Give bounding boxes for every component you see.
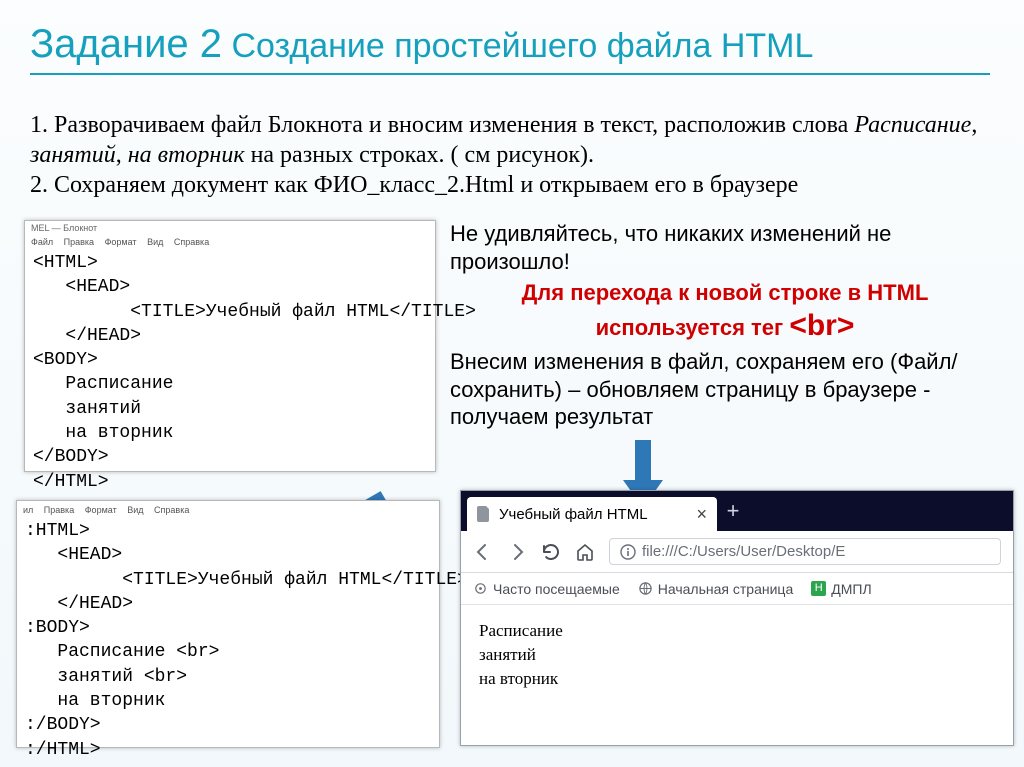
bm2-label: Начальная страница	[658, 581, 793, 597]
instr-c2: ,	[116, 142, 128, 168]
notepad-window-1: MEL — Блокнот Файл Правка Формат Вид Спр…	[24, 220, 436, 472]
red-br: <br>	[789, 309, 854, 342]
red-a: Для перехода к новой строке в HTML испол…	[522, 280, 929, 340]
title-big: Задание 2	[30, 22, 222, 66]
bookmark-most-visited[interactable]: Часто посещаемые	[473, 581, 620, 597]
notepad2-menu: ил Правка Формат Вид Справка	[17, 501, 439, 517]
menu-edit[interactable]: Правка	[64, 237, 94, 247]
gear-icon	[473, 581, 488, 596]
forward-icon[interactable]	[507, 542, 527, 562]
new-tab-button[interactable]: +	[717, 491, 749, 531]
home-icon[interactable]	[575, 542, 595, 562]
page-line-1: Расписание	[479, 619, 995, 643]
menu2-file[interactable]: ил	[23, 505, 33, 515]
browser-toolbar: file:///C:/Users/User/Desktop/E	[461, 531, 1013, 573]
side-text: Не удивляйтесь, что никаких изменений не…	[450, 220, 1000, 431]
info-icon	[620, 544, 636, 560]
notepad-window-2: ил Правка Формат Вид Справка :HTML> <HEA…	[16, 500, 440, 748]
instr-1b: на разных строках. ( см рисунок).	[245, 142, 595, 168]
menu-format[interactable]: Формат	[105, 237, 137, 247]
menu2-view[interactable]: Вид	[127, 505, 143, 515]
notepad-titlebar: MEL — Блокнот	[25, 221, 435, 237]
square-icon: Н	[811, 581, 826, 596]
menu2-help[interactable]: Справка	[154, 505, 189, 515]
browser-window: Учебный файл HTML × + file:///C:/Users/U…	[460, 490, 1014, 746]
menu-view[interactable]: Вид	[147, 237, 163, 247]
notepad-code-1: <HTML> <HEAD> <TITLE>Учебный файл HTML</…	[25, 249, 435, 496]
instr-c1: ,	[971, 112, 977, 138]
instr-1a: 1. Разворачиваем файл Блокнота и вносим …	[30, 112, 854, 138]
bm1-label: Часто посещаемые	[493, 581, 620, 597]
page-line-3: на вторник	[479, 667, 995, 691]
tab-title: Учебный файл HTML	[499, 506, 648, 523]
url-text: file:///C:/Users/User/Desktop/E	[642, 543, 845, 560]
instructions: 1. Разворачиваем файл Блокнота и вносим …	[30, 110, 990, 200]
bm3-label: ДМПЛ	[831, 581, 871, 597]
bookmarks-bar: Часто посещаемые Начальная страница Н ДМ…	[461, 573, 1013, 605]
url-bar[interactable]: file:///C:/Users/User/Desktop/E	[609, 538, 1001, 565]
instr-w1: Расписание	[854, 112, 971, 138]
notepad-code-2: :HTML> <HEAD> <TITLE>Учебный файл HTML</…	[17, 517, 439, 764]
menu-help[interactable]: Справка	[174, 237, 209, 247]
bookmark-start-page[interactable]: Начальная страница	[638, 581, 793, 597]
red-notice: Для перехода к новой строке в HTML испол…	[450, 279, 1000, 344]
menu-file[interactable]: Файл	[31, 237, 53, 247]
bookmark-dmpl[interactable]: Н ДМПЛ	[811, 581, 871, 597]
side-p1: Не удивляйтесь, что никаких изменений не…	[450, 220, 1000, 275]
globe-icon	[638, 581, 653, 596]
slide-title: Задание 2 Создание простейшего файла HTM…	[30, 22, 990, 75]
close-icon[interactable]: ×	[696, 504, 707, 525]
file-icon	[477, 506, 491, 522]
instr-2: 2. Сохраняем документ как ФИО_класс_2.Ht…	[30, 172, 798, 198]
browser-page: Расписание занятий на вторник	[461, 605, 1013, 704]
browser-tab[interactable]: Учебный файл HTML ×	[467, 497, 717, 531]
back-icon[interactable]	[473, 542, 493, 562]
menu2-edit[interactable]: Правка	[44, 505, 74, 515]
reload-icon[interactable]	[541, 542, 561, 562]
instr-w2: занятий	[30, 142, 116, 168]
browser-tabbar: Учебный файл HTML × +	[461, 491, 1013, 531]
instr-w3: на вторник	[128, 142, 245, 168]
title-small: Создание простейшего файла HTML	[222, 27, 813, 65]
notepad-menu: Файл Правка Формат Вид Справка	[25, 237, 435, 249]
menu2-format[interactable]: Формат	[85, 505, 117, 515]
page-line-2: занятий	[479, 643, 995, 667]
side-p2: Внесим изменения в файл, сохраняем его (…	[450, 348, 1000, 431]
